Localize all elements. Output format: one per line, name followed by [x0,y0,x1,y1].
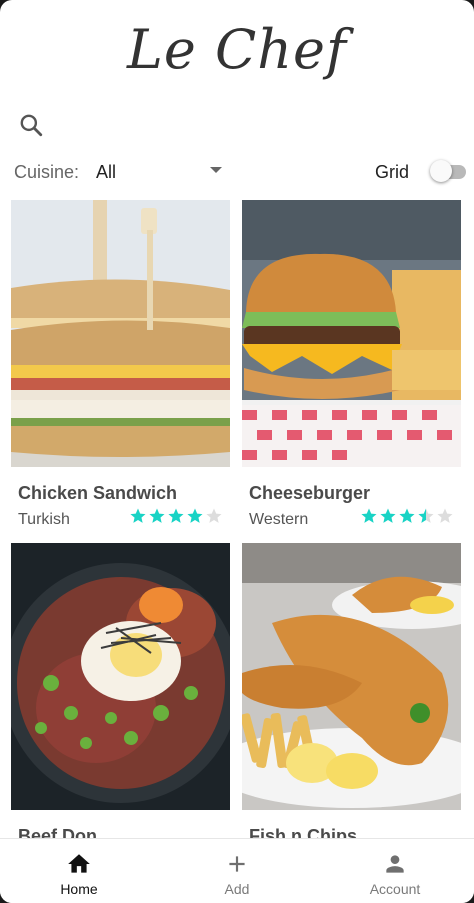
bottom-navigation: Home Add Account [0,838,474,903]
cuisine-dropdown[interactable]: All [92,158,226,188]
fish-n-chips-photo [242,543,461,810]
grid-toggle[interactable] [430,160,466,184]
rating-stars [129,507,223,527]
star-filled-icon [149,508,165,523]
add-icon [229,856,245,872]
star-empty-icon [437,508,453,523]
cheeseburger-photo [242,200,461,467]
search-icon[interactable] [18,112,44,138]
star-filled-icon [168,508,184,523]
nav-label-home: Home [60,881,98,897]
nav-item-home[interactable]: Home [0,839,158,903]
home-icon [68,854,90,873]
cuisine-selected-value: All [96,162,117,182]
cuisine-label: Cuisine: [14,162,80,182]
nav-label-add: Add [224,881,250,897]
toggle-knob [430,160,452,182]
star-filled-icon [361,508,377,523]
recipe-cuisine: Western [249,511,309,528]
chevron-down-icon [210,167,222,173]
star-filled-icon [380,508,396,523]
star-filled-icon [130,508,146,523]
nav-label-account: Account [369,881,421,897]
recipe-cuisine: Turkish [18,511,70,528]
recipe-name: Chicken Sandwich [18,483,178,503]
nav-item-account[interactable]: Account [316,839,474,903]
nav-item-add[interactable]: Add [158,839,316,903]
star-filled-icon [187,508,203,523]
star-filled-icon [399,508,415,523]
app-logo: Le Chef [126,18,348,81]
beef-don-photo [11,543,230,810]
account-icon [386,855,404,873]
chicken-sandwich-photo [11,200,230,467]
grid-label: Grid [375,162,410,182]
recipe-name: Cheeseburger [249,483,371,503]
star-half-icon [418,508,434,523]
rating-stars [360,507,454,527]
star-empty-icon [206,508,222,523]
app-screen: Le Chef Cuisine: All Grid Chicken Sandwi… [0,0,474,903]
filter-bar: Cuisine: All Grid [14,158,466,188]
